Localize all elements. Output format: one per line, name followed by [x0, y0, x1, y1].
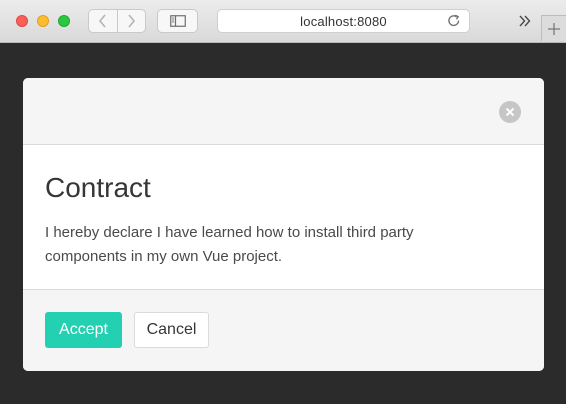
forward-button[interactable]: [116, 10, 146, 32]
modal-header: [23, 78, 544, 145]
browser-toolbar: localhost:8080: [0, 0, 566, 43]
address-text: localhost:8080: [300, 14, 387, 29]
modal-body-text: I hereby declare I have learned how to i…: [45, 224, 414, 265]
double-chevron-right-icon: [519, 15, 531, 27]
navigation-buttons: [88, 9, 146, 33]
modal-title: Contract: [45, 172, 151, 203]
modal-body: Contract I hereby declare I have learned…: [23, 145, 544, 289]
sidebar-icon: [169, 15, 186, 27]
window-zoom-button[interactable]: [58, 15, 70, 27]
modal-close-button[interactable]: [499, 101, 521, 123]
browser-window: localhost:8080 Contract I hereby declare…: [0, 0, 566, 404]
close-icon: [505, 107, 515, 117]
contract-modal: Contract I hereby declare I have learned…: [23, 78, 544, 371]
window-minimize-button[interactable]: [37, 15, 49, 27]
sidebar-toggle-button[interactable]: [157, 9, 198, 33]
back-button[interactable]: [89, 10, 117, 32]
address-bar[interactable]: localhost:8080: [217, 9, 470, 33]
chevron-right-icon: [128, 14, 136, 28]
plus-icon: [548, 22, 560, 35]
chevron-left-icon: [98, 14, 106, 28]
cancel-button[interactable]: Cancel: [134, 312, 209, 348]
reload-icon[interactable]: [447, 14, 461, 28]
accept-button[interactable]: Accept: [45, 312, 122, 348]
toolbar-overflow-button[interactable]: [517, 13, 533, 29]
modal-footer: Accept Cancel: [23, 289, 544, 371]
new-tab-button[interactable]: [541, 15, 566, 41]
window-close-button[interactable]: [16, 15, 28, 27]
